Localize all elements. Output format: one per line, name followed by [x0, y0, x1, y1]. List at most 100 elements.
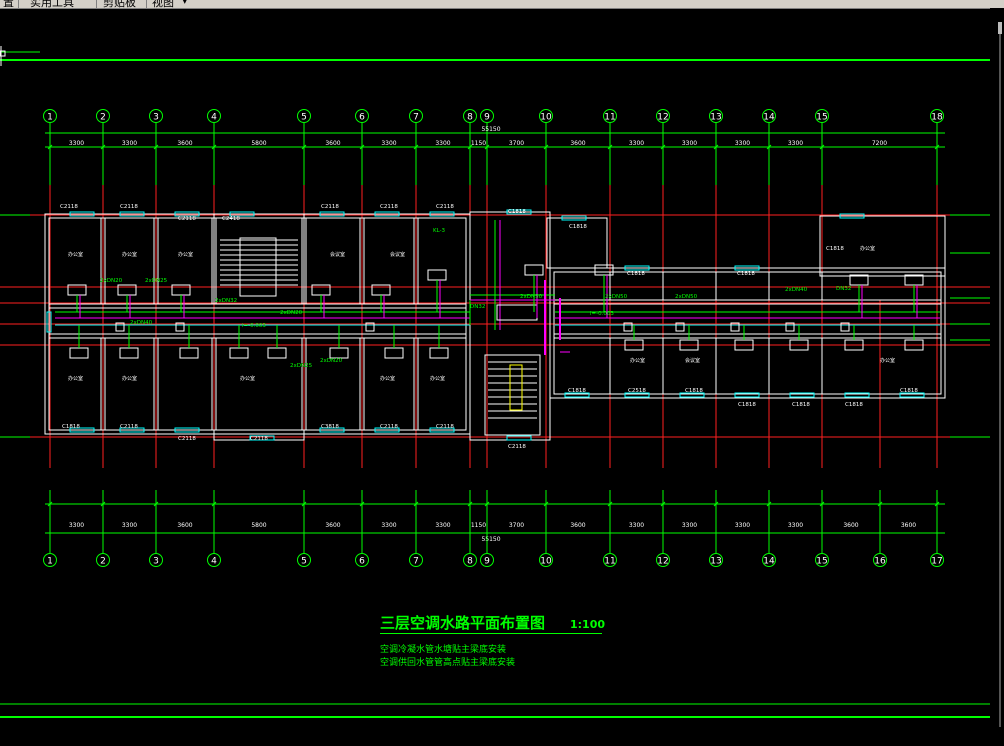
window-label: C1818	[845, 402, 863, 408]
dim-text-top: 3300	[381, 140, 396, 147]
fan-coil-unit	[179, 347, 199, 359]
axis-label-bottom: 10	[540, 557, 552, 567]
axis-label-bottom: 6	[359, 557, 365, 567]
axis-label-bottom: 4	[211, 557, 217, 567]
room-label: 办公室	[430, 375, 445, 382]
fan-coil-unit	[267, 347, 287, 359]
scrollbar-track[interactable]	[999, 22, 1001, 727]
axis-label-top: 12	[657, 113, 668, 123]
vertical-scrollbar[interactable]	[990, 8, 1004, 746]
pump-group	[496, 304, 538, 321]
stair-handrail	[509, 364, 523, 411]
dim-text-top: 3600	[325, 140, 340, 147]
pipe-label: 2xDN25	[145, 278, 168, 284]
scrollbar-thumb[interactable]	[998, 22, 1002, 34]
axis-label-bottom: 7	[413, 557, 419, 567]
axis-label-top: 3	[153, 113, 159, 123]
stair-core	[484, 354, 541, 436]
title-underline	[380, 633, 602, 634]
window-label: C1818	[792, 402, 810, 408]
dim-text-top: 3600	[177, 140, 192, 147]
room-label: 办公室	[68, 375, 83, 382]
window-label: C2418	[222, 216, 240, 222]
pipe-label: 2xDN50	[520, 294, 543, 300]
axis-label-bottom: 3	[153, 557, 159, 567]
dim-text-top: 3300	[435, 140, 450, 147]
dim-text-bottom: 3600	[177, 522, 192, 529]
dim-text-top: 3300	[122, 140, 137, 147]
room-label: 办公室	[240, 375, 255, 382]
room-label: 办公室	[880, 357, 895, 364]
window-label: C1818	[568, 388, 586, 394]
window-label: C2118	[380, 204, 398, 210]
axis-label-top: 14	[763, 113, 775, 123]
dim-text-top: 1150	[471, 140, 486, 147]
dim-text-bottom: 3300	[69, 522, 84, 529]
window-label: C1818	[826, 246, 844, 252]
window-label: C1818	[900, 388, 918, 394]
window-label: C1818	[738, 402, 756, 408]
pipe-label: i=-0.003	[242, 323, 266, 329]
window-label: C2118	[321, 204, 339, 210]
window-label: C1818	[62, 424, 80, 430]
room-label: 办公室	[860, 245, 875, 252]
cad-window: 置 实用工具 剪贴板 视图 ▾ 1 2 3 4 5 6 7 8 9 10 11 12 13 14 15 18 5…	[0, 0, 1004, 746]
axis-label-bottom: 1	[47, 557, 53, 567]
room-label: 办公室	[630, 357, 645, 364]
fan-coil-unit	[429, 347, 449, 359]
drawing-canvas[interactable]: 1 2 3 4 5 6 7 8 9 10 11 12 13 14 15 18551503300 3300 3600…	[0, 8, 990, 746]
dim-text-top: 3300	[735, 140, 750, 147]
dim-text-top: 3300	[629, 140, 644, 147]
dim-text-bottom: 5800	[251, 522, 266, 529]
dim-text-bottom: 3300	[629, 522, 644, 529]
dim-total-top: 55150	[481, 126, 500, 133]
drawing-scale: 1:100	[570, 618, 606, 631]
window-label: C3818	[321, 424, 339, 430]
room-label: 办公室	[122, 375, 137, 382]
fan-coil-unit	[524, 264, 544, 276]
axis-label-top: 5	[301, 113, 307, 123]
window-label: C1818	[569, 224, 587, 230]
room-label: 办公室	[122, 251, 137, 258]
axis-label-bottom: 9	[484, 557, 490, 567]
axis-label-bottom: 13	[710, 557, 721, 567]
window-label: C1818	[685, 388, 703, 394]
axis-label-top: 1	[47, 113, 53, 123]
fan-coil-unit	[329, 347, 349, 359]
axis-label-top: 6	[359, 113, 365, 123]
axis-label-top: 13	[710, 113, 721, 123]
stair-box	[213, 213, 305, 305]
dim-text-bottom: 1150	[471, 522, 486, 529]
axis-label-top: 2	[100, 113, 106, 123]
axis-label-top: 11	[604, 113, 615, 123]
ucs-cursor-icon	[0, 46, 16, 68]
axis-label-bottom: 2	[100, 557, 106, 567]
dim-text-bottom: 3300	[682, 522, 697, 529]
pipe-label: 2xDN25	[290, 363, 313, 369]
wall-inner-right	[553, 271, 942, 395]
axis-label-bottom: 11	[604, 557, 615, 567]
dim-text-top: 7200	[872, 140, 887, 147]
axis-label-bottom: 14	[763, 557, 775, 567]
fan-coil-unit	[229, 347, 249, 359]
dim-text-bottom: 3600	[901, 522, 916, 529]
ribbon-expand-icon[interactable]: ▾	[182, 0, 188, 7]
dim-text-top: 3600	[570, 140, 585, 147]
dim-text-bottom: 3300	[435, 522, 450, 529]
window-label: C2118	[178, 216, 196, 222]
room-label: 会议室	[685, 357, 700, 364]
axis-label-bottom: 5	[301, 557, 307, 567]
room-label: 办公室	[380, 375, 395, 382]
fan-coil-unit	[119, 347, 139, 359]
room-label: 办公室	[178, 251, 193, 258]
dim-text-top: 3300	[788, 140, 803, 147]
tab-separator	[146, 0, 147, 8]
window-label: C2518	[628, 388, 646, 394]
window-label: C2118	[120, 424, 138, 430]
room-label: 会议室	[330, 251, 345, 258]
note-line-2: 空调供回水管管高点贴主梁底安装	[380, 658, 516, 668]
room-label: 办公室	[68, 251, 83, 258]
window-label: C2118	[120, 204, 138, 210]
pipe-label: 2xDN32	[215, 298, 237, 304]
pipe-label: i=-0.003	[590, 311, 614, 317]
